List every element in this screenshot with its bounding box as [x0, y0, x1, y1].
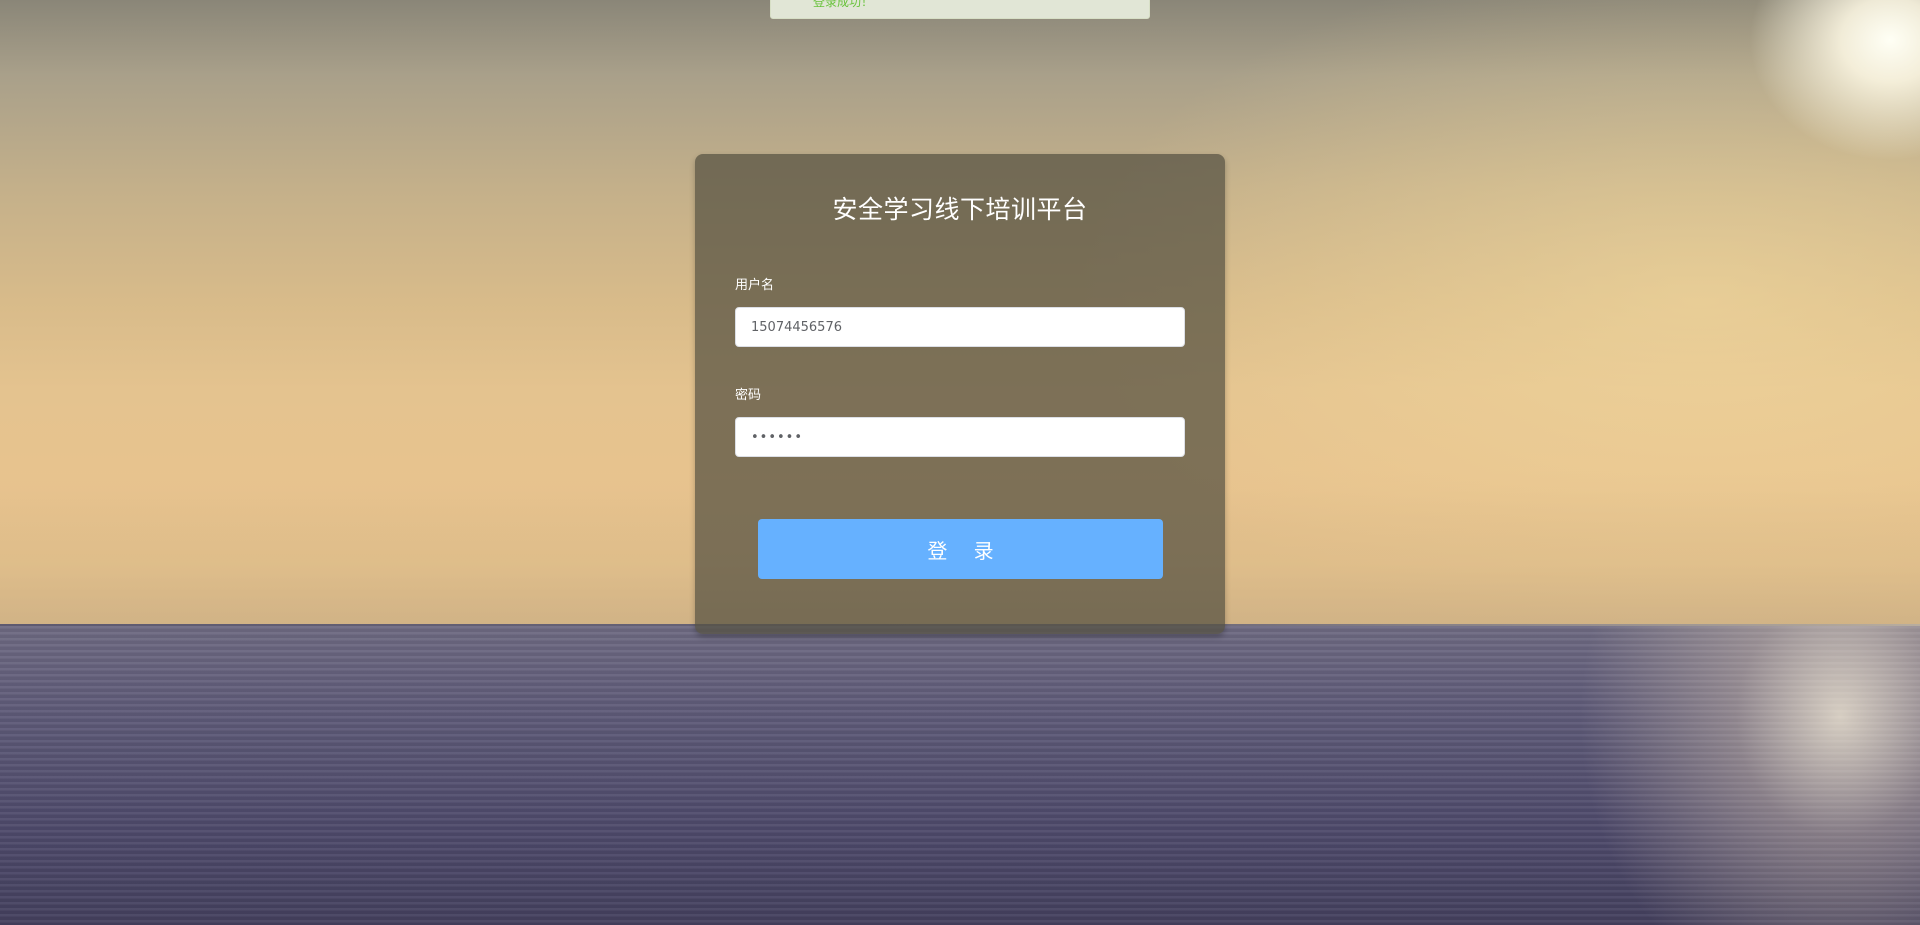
success-message-toast: 登录成功！ [770, 0, 1150, 19]
username-input[interactable] [735, 307, 1185, 347]
password-label: 密码 [735, 388, 762, 403]
toast-text: 登录成功！ [813, 0, 874, 9]
password-input[interactable] [735, 417, 1185, 457]
sea [0, 626, 1920, 925]
login-button[interactable]: 登 录 [758, 519, 1163, 579]
page-title: 安全学习线下培训平台 [832, 195, 1088, 224]
login-panel: 安全学习线下培训平台 用户名 密码 登 录 [695, 154, 1225, 634]
username-label: 用户名 [735, 278, 775, 293]
